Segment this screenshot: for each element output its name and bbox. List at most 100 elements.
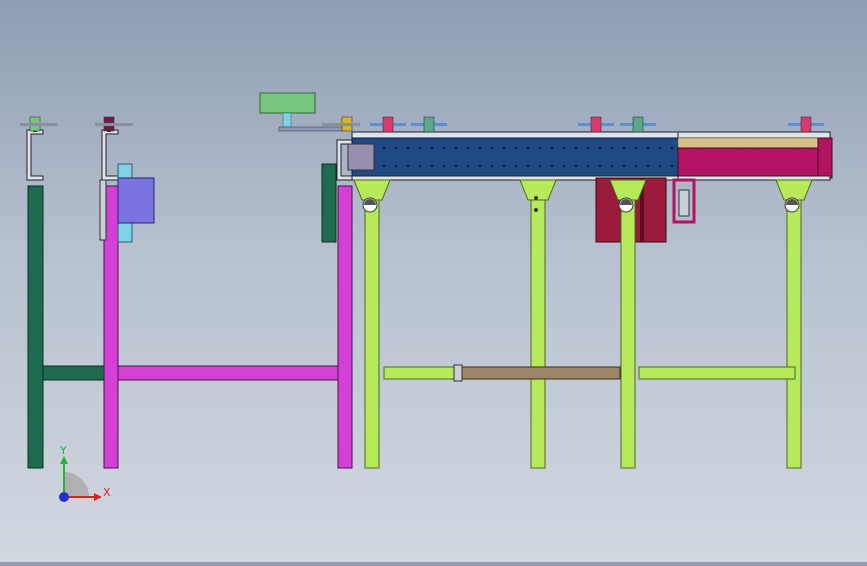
top-bolt	[788, 116, 824, 133]
beam-hole	[670, 164, 674, 168]
magenta-frame	[95, 116, 353, 469]
lime-leg	[364, 194, 380, 469]
beam-hole	[478, 164, 482, 168]
dark-green-crossbar	[42, 365, 106, 381]
beam-hole	[406, 164, 410, 168]
beam-hole	[418, 146, 422, 150]
crimson-end-plate	[817, 137, 833, 179]
top-bolt	[370, 116, 406, 133]
conveyor-top-rail	[351, 131, 681, 139]
sensor-arm-rod	[322, 123, 360, 126]
beam-hole	[526, 164, 530, 168]
magenta-leg-2	[337, 185, 353, 469]
bolt-head	[632, 116, 644, 133]
lime-frame	[353, 179, 813, 469]
magenta-bolt-rod	[95, 123, 133, 126]
beam-hole	[514, 146, 518, 150]
left-bolt-rod	[20, 123, 58, 126]
beam-hole	[598, 164, 602, 168]
hanging-bracket-inner	[678, 189, 690, 217]
beam-hole	[574, 146, 578, 150]
beam-hole	[430, 164, 434, 168]
crimson-section	[672, 131, 833, 224]
beam-hole	[574, 164, 578, 168]
beam-hole	[598, 146, 602, 150]
lime-crossbar-right	[638, 366, 796, 380]
bolt-head	[800, 116, 812, 133]
green-side-plate	[321, 163, 337, 243]
end-cap-plate	[347, 143, 375, 171]
sensor-arm	[278, 126, 344, 132]
beam-hole	[586, 164, 590, 168]
beam-hole	[658, 164, 662, 168]
top-bolts	[370, 116, 824, 133]
beam-hole	[646, 146, 650, 150]
beam-hole	[454, 146, 458, 150]
beam-hole	[382, 164, 386, 168]
beam-hole	[658, 146, 662, 150]
top-bolt	[411, 116, 447, 133]
side-plate-panel	[99, 179, 107, 241]
beam-hole	[490, 164, 494, 168]
magenta-crossbar	[117, 365, 339, 381]
beam-hole	[442, 146, 446, 150]
beam-hole	[442, 164, 446, 168]
beam-hole	[622, 164, 626, 168]
beam-hole	[586, 146, 590, 150]
y-axis-label: Y	[59, 444, 67, 457]
left-top-bracket	[26, 129, 44, 181]
lime-leg	[786, 194, 802, 469]
crimson-conveyor-beam	[677, 147, 831, 179]
magenta-top-bracket	[101, 129, 119, 181]
tan-roller-strip	[677, 137, 831, 149]
assembly-drawing: Y X	[20, 92, 833, 502]
beam-hole	[514, 164, 518, 168]
bolt-head	[382, 116, 394, 133]
lime-leg	[620, 194, 636, 469]
bolt-head	[590, 116, 602, 133]
beam-hole	[634, 146, 638, 150]
beam-hole	[670, 146, 674, 150]
dark-green-leg-1	[27, 185, 44, 469]
cad-viewport[interactable]: Y X	[0, 0, 867, 562]
beam-hole	[502, 146, 506, 150]
top-bolt	[620, 116, 656, 133]
crimson-top-rail	[677, 131, 831, 139]
beam-hole	[538, 164, 542, 168]
top-bolt	[578, 116, 614, 133]
crossbar-joint	[453, 364, 463, 382]
sensor-cylinder	[259, 92, 316, 114]
beam-hole	[550, 146, 554, 150]
beam-hole	[418, 164, 422, 168]
beam-hole	[466, 146, 470, 150]
beam-hole	[466, 164, 470, 168]
z-axis-dot	[59, 492, 69, 502]
leg-bracket-head	[519, 179, 557, 201]
beam-hole	[382, 146, 386, 150]
left-frame	[20, 116, 106, 469]
beam-hole	[394, 164, 398, 168]
lime-leg-assembly	[519, 179, 557, 469]
beam-hole	[454, 164, 458, 168]
leg-bracket-head	[775, 179, 813, 201]
lime-crossbars	[383, 364, 796, 382]
conveyor-body	[347, 131, 681, 181]
beam-hole	[478, 146, 482, 150]
x-axis-arrow	[94, 493, 102, 501]
beam-hole	[526, 146, 530, 150]
brown-crossbar	[461, 366, 621, 380]
beam-hole	[562, 164, 566, 168]
violet-motor-box	[117, 177, 155, 224]
beam-hole	[430, 146, 434, 150]
lime-leg-assembly	[775, 179, 813, 469]
bracket-bolt	[534, 208, 538, 212]
beam-hole	[610, 146, 614, 150]
crimson-bottom-rail	[677, 175, 831, 181]
beam-hole	[502, 164, 506, 168]
beam-hole	[490, 146, 494, 150]
beam-hole	[394, 146, 398, 150]
lime-leg-assembly	[353, 179, 391, 469]
bracket-bolt	[534, 196, 538, 200]
navy-conveyor-beam	[351, 137, 681, 177]
overhead-sensor	[259, 92, 360, 132]
